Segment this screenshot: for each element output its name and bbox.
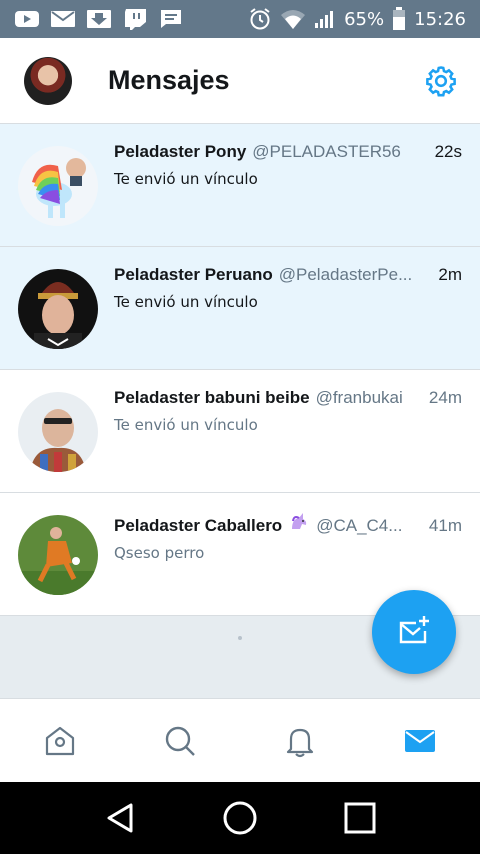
avatar[interactable]: [18, 515, 98, 595]
message-preview: Te envió un vínculo: [114, 416, 258, 434]
download-icon: [87, 10, 111, 28]
recents-icon[interactable]: [343, 801, 377, 835]
search-icon: [165, 726, 195, 756]
mail-icon: [51, 11, 75, 27]
new-message-icon: [399, 616, 429, 644]
battery-icon: [393, 7, 406, 30]
signal-icon: [315, 11, 334, 28]
status-bar: 65% 15:26: [0, 0, 480, 38]
conversation-row[interactable]: Peladaster Peruano @PeladasterPe... 2m T…: [0, 247, 480, 370]
home-icon: [45, 726, 75, 755]
twitch-icon: [125, 9, 146, 30]
battery-percent: 65%: [344, 8, 385, 30]
sender-handle: @franbukai: [315, 388, 403, 407]
envelope-icon: [405, 729, 435, 752]
tab-home[interactable]: [0, 699, 120, 782]
sender-name[interactable]: Peladaster Caballero: [114, 516, 282, 536]
system-nav-bar: [0, 782, 480, 854]
sender-name[interactable]: Peladaster Peruano: [114, 265, 273, 285]
conversation-row[interactable]: Peladaster Pony @PELADASTER56 22s Te env…: [0, 124, 480, 247]
back-icon[interactable]: [103, 801, 137, 835]
wifi-icon: [281, 10, 306, 29]
sender-handle: @PeladasterPe...: [278, 265, 413, 284]
page-title: Mensajes: [108, 65, 230, 95]
app-header: Mensajes: [0, 38, 480, 124]
tab-notifications[interactable]: [240, 699, 360, 782]
clock: 15:26: [414, 8, 466, 30]
youtube-icon: [15, 11, 39, 27]
scroll-indicator: [238, 636, 242, 640]
alarm-icon: [250, 8, 270, 30]
conversation-list: Peladaster Pony @PELADASTER56 22s Te env…: [0, 124, 480, 616]
sender-handle: @PELADASTER56: [252, 142, 401, 161]
bottom-tab-bar: [0, 698, 480, 782]
message-preview: Te envió un vínculo: [114, 170, 258, 188]
conversation-row[interactable]: Peladaster babuni beibe @franbukai 24m T…: [0, 370, 480, 493]
tab-search[interactable]: [120, 699, 240, 782]
message-time: 2m: [438, 265, 462, 284]
avatar[interactable]: [18, 146, 98, 226]
gear-icon[interactable]: [424, 64, 458, 98]
message-time: 41m: [428, 516, 462, 535]
sender-name[interactable]: Peladaster babuni beibe: [114, 388, 310, 408]
message-time: 22s: [434, 142, 462, 161]
message-time: 24m: [428, 388, 462, 407]
message-preview: Te envió un vínculo: [114, 293, 258, 311]
avatar[interactable]: [18, 269, 98, 349]
unicorn-icon: [292, 513, 307, 529]
home-circle-icon[interactable]: [222, 800, 258, 836]
message-icon: [161, 10, 181, 28]
bell-icon: [286, 728, 314, 757]
message-preview: Qseso perro: [114, 544, 205, 562]
avatar[interactable]: [18, 392, 98, 472]
sender-handle: @CA_C4...: [316, 516, 403, 535]
sender-name[interactable]: Peladaster Pony: [114, 142, 246, 162]
tab-messages[interactable]: [360, 699, 480, 782]
profile-avatar[interactable]: [24, 56, 72, 105]
new-message-button[interactable]: [372, 590, 456, 674]
